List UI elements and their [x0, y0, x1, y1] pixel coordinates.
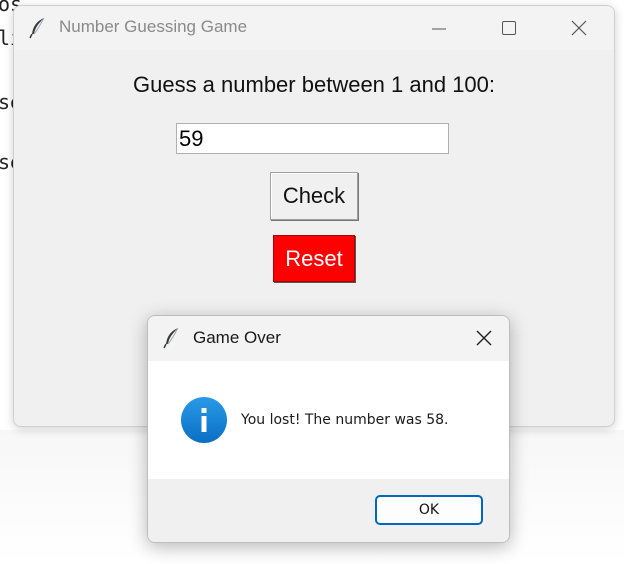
reset-button[interactable]: Reset [273, 235, 355, 282]
info-icon [180, 396, 228, 444]
guess-input[interactable] [176, 123, 449, 154]
dialog-body: You lost! The number was 58. [148, 361, 509, 479]
check-button[interactable]: Check [270, 172, 358, 220]
maximize-icon [502, 21, 516, 35]
feather-icon [28, 17, 48, 39]
dialog-title: Game Over [193, 328, 281, 347]
close-button[interactable] [544, 6, 614, 50]
close-icon [476, 330, 492, 346]
feather-icon [162, 327, 182, 349]
dialog-footer: OK [148, 479, 509, 542]
maximize-button[interactable] [474, 6, 544, 50]
dialog-message: You lost! The number was 58. [241, 412, 449, 428]
game-over-dialog: Game Over You lost! The number was 58. O… [147, 315, 510, 543]
title-bar[interactable]: Number Guessing Game [14, 6, 614, 50]
ok-button[interactable]: OK [375, 495, 483, 525]
dialog-close-button[interactable] [459, 316, 509, 361]
minimize-button[interactable] [404, 6, 474, 50]
minimize-icon [432, 28, 446, 30]
close-icon [571, 20, 587, 36]
guess-prompt: Guess a number between 1 and 100: [132, 72, 496, 97]
dialog-title-bar[interactable]: Game Over [148, 316, 509, 361]
window-title: Number Guessing Game [59, 17, 248, 36]
